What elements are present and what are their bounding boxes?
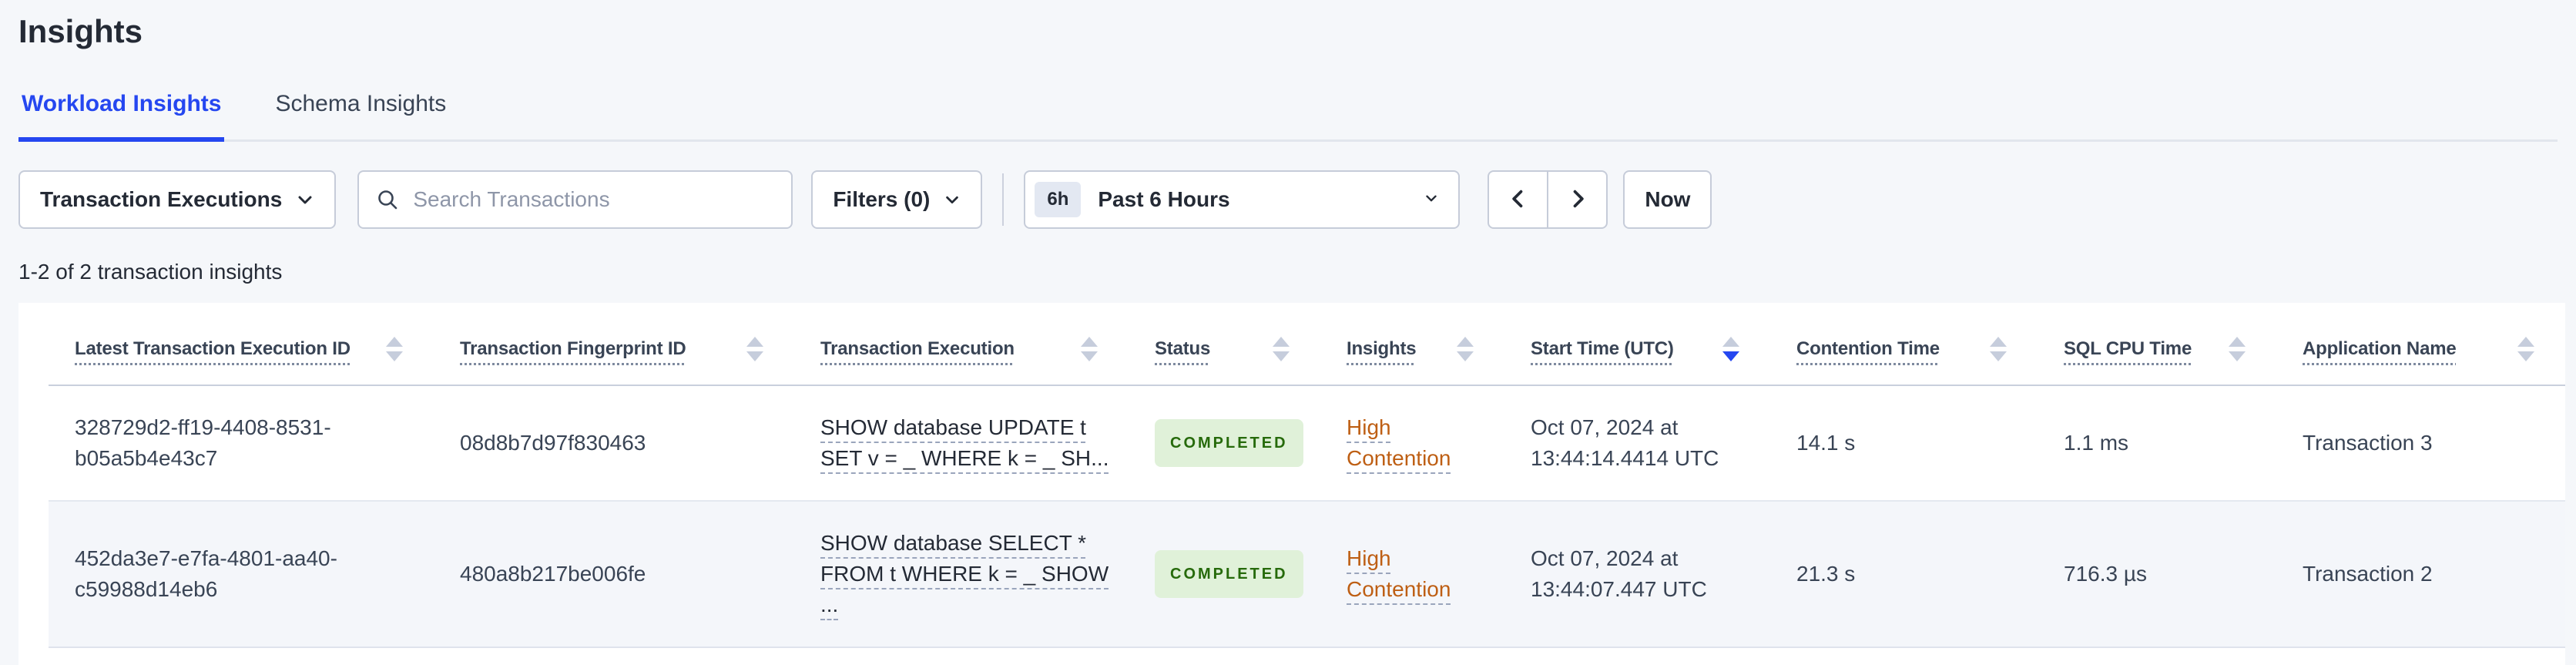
sort-arrows-icon	[1990, 337, 2007, 361]
column-label: Latest Transaction Execution ID	[75, 338, 351, 359]
sort-arrows-icon	[2517, 337, 2534, 361]
now-button[interactable]: Now	[1623, 170, 1712, 229]
table-row: 452da3e7-e7fa-4801-aa40-c59988d14eb6 480…	[49, 500, 2565, 648]
column-header-sql-cpu-time[interactable]: SQL CPU Time	[2038, 303, 2276, 386]
cell-sql-cpu-time: 716.3 µs	[2038, 500, 2276, 648]
cell-start-time: Oct 07, 2024 at 13:44:07.447 UTC	[1504, 500, 1770, 648]
cell-application-name: Transaction 2	[2276, 500, 2565, 648]
column-header-contention-time[interactable]: Contention Time	[1770, 303, 2038, 386]
time-range-shortcut-badge: 6h	[1035, 182, 1082, 217]
sort-arrows-icon	[386, 337, 403, 361]
search-box	[357, 170, 793, 229]
time-range-picker[interactable]: 6h Past 6 Hours	[1024, 170, 1461, 229]
chevron-right-icon	[1567, 188, 1588, 212]
column-header-transaction-execution[interactable]: Transaction Execution	[794, 303, 1129, 386]
high-contention-link[interactable]: High Contention	[1347, 546, 1451, 601]
cell-execution-id: 328729d2-ff19-4408-8531-b05a5b4e43c7	[75, 415, 331, 470]
chevron-left-icon	[1508, 188, 1529, 212]
cell-start-time: Oct 07, 2024 at 13:44:14.4414 UTC	[1531, 415, 1719, 470]
table-row: 328729d2-ff19-4408-8531-b05a5b4e43c7 08d…	[49, 385, 2565, 501]
column-label: Start Time (UTC)	[1531, 338, 1674, 359]
column-label: Insights	[1347, 338, 1417, 359]
cell-transaction-execution: SHOW database SELECT * FROM t WHERE k = …	[794, 500, 1129, 648]
column-label: SQL CPU Time	[2064, 338, 2192, 359]
cell-contention-time: 21.3 s	[1770, 500, 2038, 648]
chevron-down-icon	[296, 190, 314, 209]
cell-fingerprint-id: 480a8b217be006fe	[434, 500, 794, 648]
tab-schema-insights[interactable]: Schema Insights	[272, 91, 449, 142]
column-label: Transaction Fingerprint ID	[460, 338, 686, 359]
results-summary: 1-2 of 2 transaction insights	[18, 260, 283, 284]
time-window-nav	[1488, 170, 1608, 229]
cell-status: COMPLETED	[1129, 500, 1320, 648]
cell-insights: High Contention	[1320, 385, 1504, 501]
cell-contention-time: 14.1 s	[1796, 431, 1856, 455]
chevron-down-icon	[944, 191, 961, 208]
cell-insights: High Contention	[1320, 500, 1504, 648]
tab-bar: Workload Insights Schema Insights	[18, 91, 2558, 142]
toolbar: Transaction Executions Filters (0) 6h Pa…	[18, 170, 2576, 229]
now-button-label: Now	[1645, 187, 1691, 211]
insight-type-dropdown-label: Transaction Executions	[40, 187, 283, 211]
column-label: Transaction Execution	[820, 338, 1015, 359]
filters-button[interactable]: Filters (0)	[811, 170, 983, 229]
column-header-application-name[interactable]: Application Name	[2276, 303, 2565, 386]
column-header-insights[interactable]: Insights	[1320, 303, 1504, 386]
sort-arrows-icon	[1457, 337, 1474, 361]
sort-arrows-icon	[1273, 337, 1290, 361]
tab-label: Workload Insights	[22, 91, 222, 116]
page-title: Insights	[18, 13, 143, 49]
column-label: Contention Time	[1796, 338, 1940, 359]
previous-time-window-button[interactable]	[1488, 170, 1548, 229]
insights-page: Insights Workload Insights Schema Insigh…	[0, 0, 2576, 665]
transaction-execution-link[interactable]: SHOW database UPDATE t SET v = _ WHERE k…	[820, 415, 1109, 470]
column-label: Status	[1155, 338, 1211, 359]
column-label: Application Name	[2303, 338, 2457, 359]
insights-table-card: Latest Transaction Execution ID Transact…	[18, 303, 2565, 665]
transaction-execution-link[interactable]: SHOW database SELECT * FROM t WHERE k = …	[820, 531, 1109, 616]
toolbar-divider	[1002, 173, 1005, 226]
sort-arrows-icon-active-desc	[1722, 337, 1739, 361]
cell-sql-cpu-time: 1.1 ms	[2064, 431, 2129, 455]
status-badge: COMPLETED	[1155, 419, 1303, 467]
search-input[interactable]	[411, 186, 792, 213]
table-header-row: Latest Transaction Execution ID Transact…	[49, 303, 2565, 386]
status-badge: COMPLETED	[1155, 550, 1303, 598]
column-header-start-time[interactable]: Start Time (UTC)	[1504, 303, 1770, 386]
next-time-window-button[interactable]	[1548, 170, 1608, 229]
sort-arrows-icon	[746, 337, 763, 361]
cell-status: COMPLETED	[1129, 385, 1320, 501]
column-header-latest-transaction-execution-id[interactable]: Latest Transaction Execution ID	[49, 303, 434, 386]
high-contention-link[interactable]: High Contention	[1347, 415, 1451, 470]
cell-fingerprint-id: 08d8b7d97f830463	[460, 431, 646, 455]
cell-transaction-execution: SHOW database UPDATE t SET v = _ WHERE k…	[794, 385, 1129, 501]
time-range-label: Past 6 Hours	[1098, 187, 1230, 211]
tab-label: Schema Insights	[275, 91, 447, 116]
insight-type-dropdown[interactable]: Transaction Executions	[18, 170, 337, 229]
chevron-down-icon	[1423, 190, 1440, 210]
column-header-transaction-fingerprint-id[interactable]: Transaction Fingerprint ID	[434, 303, 794, 386]
column-header-status[interactable]: Status	[1129, 303, 1320, 386]
sort-arrows-icon	[2229, 337, 2246, 361]
tab-workload-insights[interactable]: Workload Insights	[18, 91, 225, 142]
filters-button-label: Filters (0)	[833, 187, 931, 211]
cell-execution-id: 452da3e7-e7fa-4801-aa40-c59988d14eb6	[49, 500, 434, 648]
sort-arrows-icon	[1081, 337, 1098, 361]
search-icon	[378, 190, 397, 210]
transaction-insights-table: Latest Transaction Execution ID Transact…	[49, 303, 2565, 648]
cell-application-name: Transaction 3	[2303, 431, 2433, 455]
